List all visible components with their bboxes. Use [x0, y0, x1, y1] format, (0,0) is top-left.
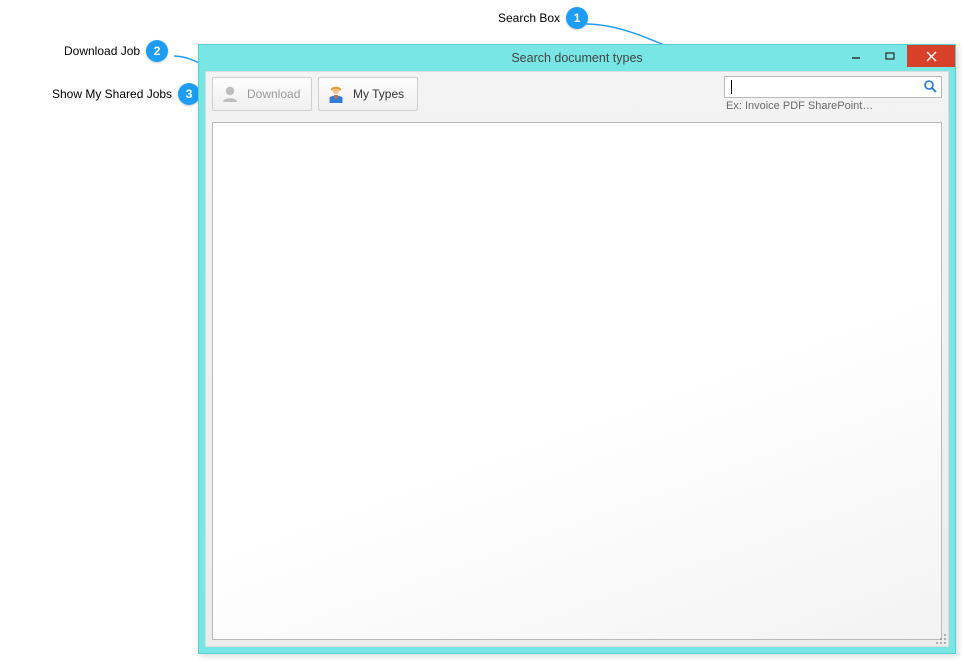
window-controls — [839, 45, 955, 67]
client-area: Download My Types — [205, 71, 949, 647]
download-label: Download — [247, 87, 300, 101]
search-area: Ex: Invoice PDF SharePoint… — [724, 76, 942, 112]
results-pane[interactable] — [212, 122, 942, 640]
minimize-button[interactable] — [839, 45, 873, 67]
callout-label: Show My Shared Jobs — [52, 87, 172, 101]
download-button[interactable]: Download — [212, 77, 312, 111]
search-input[interactable] — [732, 79, 923, 95]
callout-search-box: Search Box 1 — [498, 7, 588, 29]
search-box[interactable] — [724, 76, 942, 98]
callout-label: Search Box — [498, 11, 560, 25]
my-types-label: My Types — [353, 87, 404, 101]
app-window: Search document types Downl — [198, 44, 956, 654]
resize-grip[interactable] — [935, 633, 947, 645]
callout-download-job: Download Job 2 — [64, 40, 168, 62]
toolbar: Download My Types — [206, 72, 948, 116]
titlebar[interactable]: Search document types — [199, 45, 955, 71]
close-button[interactable] — [907, 45, 955, 67]
callout-label: Download Job — [64, 44, 140, 58]
download-icon — [219, 83, 241, 105]
my-types-button[interactable]: My Types — [318, 77, 418, 111]
search-hint: Ex: Invoice PDF SharePoint… — [724, 100, 873, 112]
window-title: Search document types — [511, 51, 642, 65]
person-icon — [325, 83, 347, 105]
callout-show-my-shared: Show My Shared Jobs 3 — [52, 83, 200, 105]
maximize-button[interactable] — [873, 45, 907, 67]
search-icon[interactable] — [923, 79, 937, 96]
callout-bubble: 2 — [146, 40, 168, 62]
callout-bubble: 3 — [178, 83, 200, 105]
callout-bubble: 1 — [566, 7, 588, 29]
